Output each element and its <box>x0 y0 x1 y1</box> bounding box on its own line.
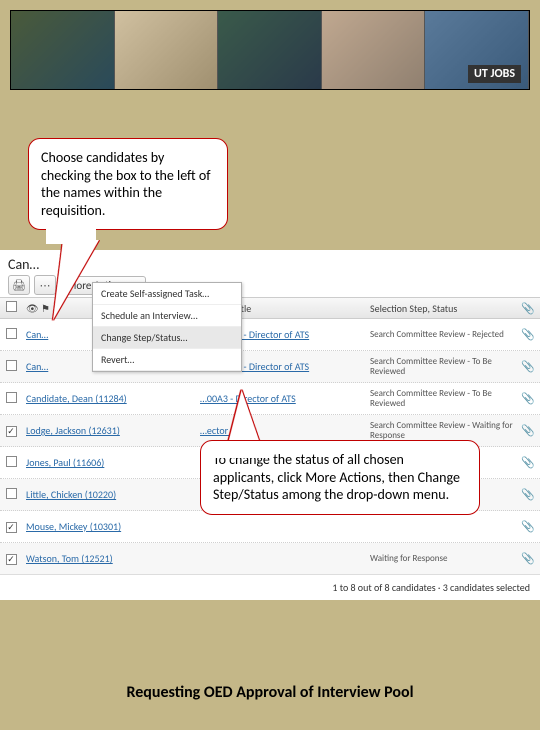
status-text: Search Committee Review - Rejected <box>370 330 516 340</box>
attachment-icon[interactable]: 📎 <box>516 328 540 341</box>
row-checkbox[interactable] <box>6 392 17 403</box>
menu-item-revert[interactable]: Revert… <box>93 349 241 371</box>
attachment-icon[interactable]: 📎 <box>516 392 540 405</box>
table-row: Candidate, Dean (11284)…00A3 - Director … <box>0 383 540 415</box>
attachment-icon[interactable]: 📎 <box>516 360 540 373</box>
candidate-link[interactable]: Little, Chicken (10220) <box>26 488 116 501</box>
candidate-link[interactable]: Mouse, Mickey (10301) <box>26 520 121 533</box>
callout-choose-candidates: Choose candidates by checking the box to… <box>28 138 228 230</box>
ut-jobs-logo: UT JOBS <box>468 65 521 83</box>
menu-item-schedule-interview[interactable]: Schedule an Interview… <box>93 305 241 327</box>
row-checkbox[interactable] <box>6 456 17 467</box>
candidate-link[interactable]: Can… <box>26 328 48 341</box>
status-text: Search Committee Review - To Be Reviewed <box>370 357 516 377</box>
row-checkbox[interactable]: ✓ <box>6 554 17 565</box>
attachment-icon[interactable]: 📎 <box>516 520 540 533</box>
banner-photo <box>218 11 322 89</box>
slide-footer-title: Requesting OED Approval of Interview Poo… <box>0 683 540 702</box>
status-text: Search Committee Review - Waiting for Re… <box>370 421 516 441</box>
candidate-link[interactable]: Jones, Paul (11606) <box>26 456 104 469</box>
row-checkbox[interactable]: ✓ <box>6 426 17 437</box>
banner-photo <box>11 11 115 89</box>
row-checkbox[interactable] <box>6 328 17 339</box>
column-header-attach-icon: 📎 <box>516 302 540 315</box>
table-row: ✓ Watson, Tom (12521) Waiting for Response… <box>0 543 540 575</box>
candidate-link[interactable]: Lodge, Jackson (12631) <box>26 424 120 437</box>
candidate-link[interactable]: Watson, Tom (12521) <box>26 552 113 565</box>
table-row: Can…100000A3 - Director of ATSSearch Com… <box>0 319 540 351</box>
column-header-status[interactable]: Selection Step, Status <box>370 302 516 315</box>
header-banner: UT JOBS <box>10 10 530 90</box>
status-text: Search Committee Review - To Be Reviewed <box>370 389 516 409</box>
menu-item-create-task[interactable]: Create Self-assigned Task… <box>93 283 241 305</box>
row-checkbox[interactable] <box>6 360 17 371</box>
banner-photo <box>322 11 426 89</box>
more-actions-menu: Create Self-assigned Task… Schedule an I… <box>92 282 242 372</box>
menu-item-change-step-status[interactable]: Change Step/Status… <box>93 327 241 349</box>
table-row: Can…100000A3 - Director of ATSSearch Com… <box>0 351 540 383</box>
row-checkbox[interactable] <box>6 488 17 499</box>
attachment-icon[interactable]: 📎 <box>516 552 540 565</box>
print-icon[interactable]: 🖨 <box>8 275 30 295</box>
table-footer: 1 to 8 out of 8 candidates · 3 candidate… <box>0 574 540 600</box>
attachment-icon[interactable]: 📎 <box>516 424 540 437</box>
table-row: ✓ Mouse, Mickey (10301) 📎 <box>0 511 540 543</box>
select-all-checkbox[interactable] <box>6 301 17 312</box>
attachment-icon[interactable]: 📎 <box>516 456 540 469</box>
panel-title-fragment: Can… <box>8 256 39 273</box>
candidate-link[interactable]: Candidate, Dean (11284) <box>26 392 127 405</box>
status-text: Waiting for Response <box>370 554 516 564</box>
attachment-icon[interactable]: 📎 <box>516 488 540 501</box>
banner-photo <box>115 11 219 89</box>
candidate-link[interactable]: Can… <box>26 360 48 373</box>
row-checkbox[interactable]: ✓ <box>6 522 17 533</box>
